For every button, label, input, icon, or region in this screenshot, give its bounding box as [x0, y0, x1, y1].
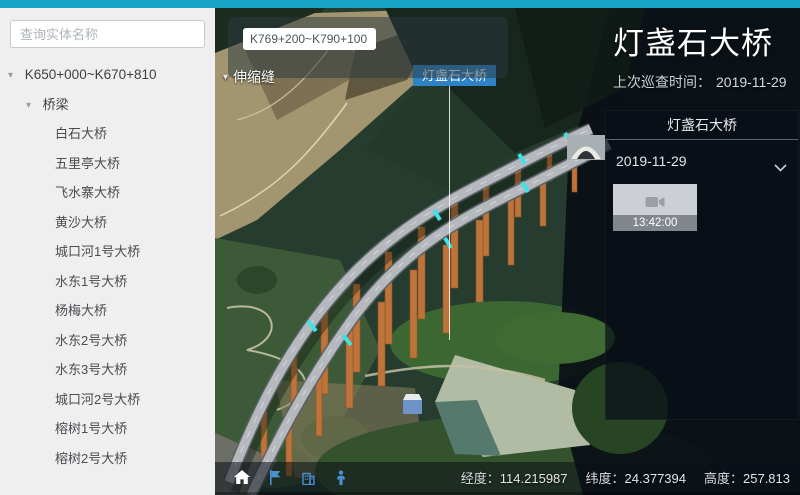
inspection-date-dropdown[interactable]: 2019-11-29	[616, 153, 788, 173]
tree-node-section[interactable]: ▾ K650+000~K670+810	[0, 60, 215, 90]
last-patrol-date: 2019-11-29	[716, 74, 787, 90]
longitude-readout: 经度：114.215987	[461, 468, 568, 487]
sidebar-item-bridge[interactable]: 榕树1号大桥	[0, 414, 215, 444]
person-locate-button[interactable]	[332, 468, 350, 486]
map-3d-view[interactable]: K769+200~K790+100 ▾ 伸缩缝 灯盏石大桥 灯盏石大桥 上次巡查…	[215, 8, 800, 495]
latitude-label: 纬度：	[586, 471, 625, 486]
top-accent-bar	[0, 0, 800, 8]
person-pin-icon	[335, 470, 347, 485]
page-title: 灯盏石大桥	[613, 18, 787, 63]
last-patrol-label: 上次巡查时间：	[613, 74, 711, 90]
sidebar-item-bridge[interactable]: 飞水寨大桥	[0, 178, 215, 208]
flag-button[interactable]	[266, 468, 284, 486]
sidebar-item-bridge[interactable]: 杨梅大桥	[0, 296, 215, 326]
caret-down-icon[interactable]: ▾	[26, 91, 39, 121]
toolbar-icons	[233, 462, 350, 492]
altitude-readout: 高度：257.813	[704, 468, 790, 487]
station-range-value: K769+200~K790+100	[250, 32, 367, 46]
label-leader-line	[449, 86, 450, 340]
caret-down-icon: ▾	[223, 72, 228, 83]
sidebar-item-bridge[interactable]: 水东1号大桥	[0, 267, 215, 297]
sidebar-item-bridge[interactable]: 白石大桥	[0, 119, 215, 149]
home-button[interactable]	[233, 468, 251, 486]
bottom-toolbar: 经度：114.215987 纬度：24.377394 高度：257.813	[215, 462, 800, 495]
altitude-value: 257.813	[743, 471, 790, 486]
panel-title: 灯盏石大桥	[606, 111, 798, 140]
entity-search-input[interactable]	[10, 20, 205, 48]
layer-item-expansion-joint[interactable]: ▾ 伸缩缝	[223, 67, 275, 87]
longitude-value: 114.215987	[500, 471, 568, 486]
caret-down-icon[interactable]: ▾	[8, 61, 21, 91]
sidebar-item-bridge[interactable]: 城口河2号大桥	[0, 385, 215, 415]
app-root: ▾ K650+000~K670+810 ▾ 桥梁 白石大桥 五里亭大桥 飞水寨大…	[0, 0, 800, 495]
entity-tree: ▾ K650+000~K670+810 ▾ 桥梁 白石大桥 五里亭大桥 飞水寨大…	[0, 60, 215, 473]
building-button[interactable]	[299, 468, 317, 486]
home-icon	[234, 470, 250, 485]
latitude-readout: 纬度：24.377394	[586, 468, 686, 487]
video-time-label: 13:42:00	[613, 215, 697, 231]
longitude-label: 经度：	[461, 471, 500, 486]
sidebar-item-bridge[interactable]: 水东2号大桥	[0, 326, 215, 356]
page-title-block: 灯盏石大桥 上次巡查时间： 2019-11-29	[613, 18, 787, 92]
tree-node-label: K650+000~K670+810	[25, 67, 157, 82]
tree-node-label: 桥梁	[43, 97, 69, 112]
sidebar-item-bridge[interactable]: 五里亭大桥	[0, 149, 215, 179]
bridge-detail-panel: 灯盏石大桥 2019-11-29 13:42:00	[605, 110, 799, 420]
building-icon	[300, 470, 316, 485]
station-range-select[interactable]: K769+200~K790+100	[243, 28, 376, 50]
video-thumbnail[interactable]: 13:42:00	[613, 184, 697, 231]
altitude-label: 高度：	[704, 471, 743, 486]
sidebar-item-bridge[interactable]: 黄沙大桥	[0, 208, 215, 238]
inspection-date-value: 2019-11-29	[616, 153, 687, 169]
sidebar-item-bridge[interactable]: 水东3号大桥	[0, 355, 215, 385]
roadside-building	[403, 394, 422, 414]
tree-node-bridges-group[interactable]: ▾ 桥梁	[0, 90, 215, 120]
layer-item-label: 伸缩缝	[233, 67, 275, 87]
video-camera-icon	[646, 195, 665, 213]
tunnel-portal	[567, 135, 605, 160]
last-patrol-time: 上次巡查时间： 2019-11-29	[613, 72, 787, 92]
latitude-value: 24.377394	[625, 471, 686, 486]
sidebar-item-bridge[interactable]: 城口河1号大桥	[0, 237, 215, 267]
coordinates-readout: 经度：114.215987 纬度：24.377394 高度：257.813	[461, 462, 790, 492]
sidebar-item-bridge[interactable]: 榕树2号大桥	[0, 444, 215, 474]
sidebar: ▾ K650+000~K670+810 ▾ 桥梁 白石大桥 五里亭大桥 飞水寨大…	[0, 8, 215, 495]
flag-icon	[268, 470, 282, 485]
chevron-down-icon[interactable]	[774, 159, 787, 177]
